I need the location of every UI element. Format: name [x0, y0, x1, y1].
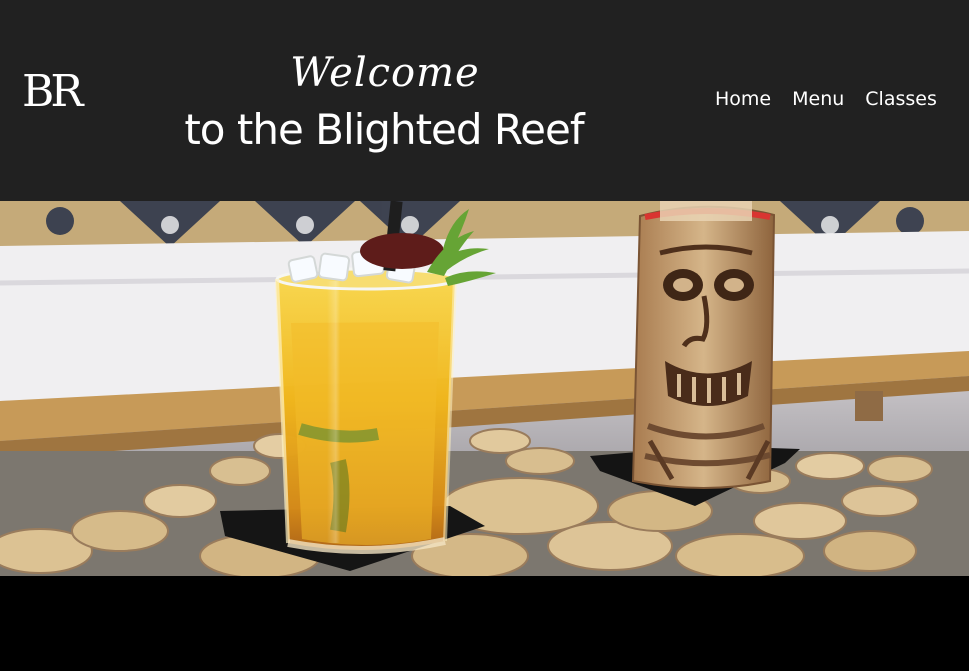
nav-menu-link[interactable]: Menu [792, 87, 844, 111]
nav-home-link[interactable]: Home [715, 87, 771, 111]
logo-text: BR [22, 66, 84, 117]
hero-image [0, 201, 969, 576]
welcome-script: Welcome [290, 50, 480, 96]
page: BR Welcome to the Blighted Reef Home Men… [0, 0, 969, 671]
site-header: BR Welcome to the Blighted Reef Home Men… [0, 0, 969, 201]
footer-band [0, 576, 969, 671]
main-nav: Home Menu Classes [715, 87, 937, 111]
nav-classes-link[interactable]: Classes [865, 87, 937, 111]
cocktail-tiki-photo [0, 201, 969, 576]
logo[interactable]: BR [22, 66, 84, 117]
page-title: to the Blighted Reef [184, 105, 584, 154]
